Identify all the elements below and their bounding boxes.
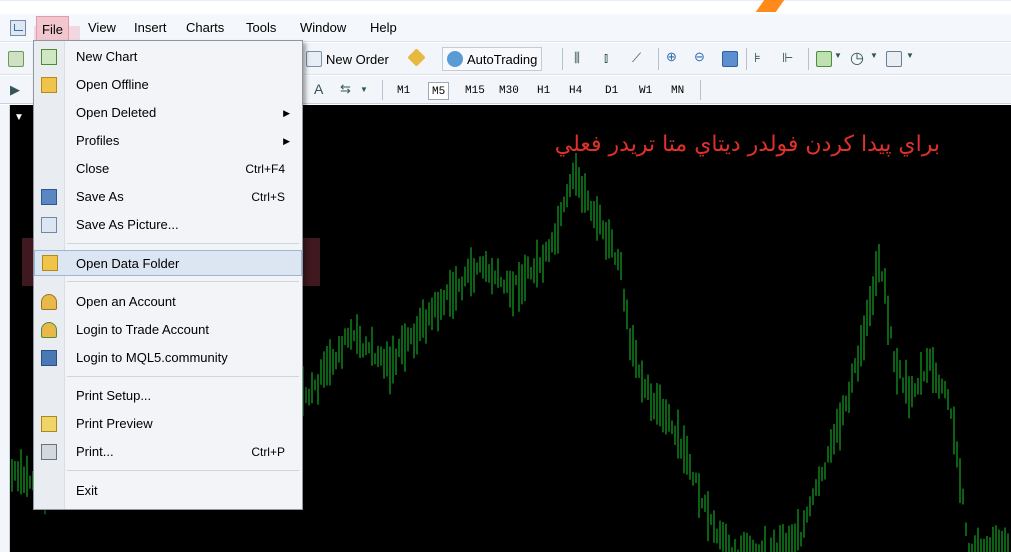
menu-item-print-setup[interactable]: Print Setup... [34,383,302,409]
chart-shift-icon[interactable]: ⊧ [754,50,761,66]
timeframe-m5[interactable]: M5 [428,82,450,100]
timeframe-m15[interactable]: M15 [462,82,488,100]
menu-separator [67,470,299,471]
menu-item-new-chart[interactable]: New Chart [34,44,302,70]
bar-chart-icon[interactable]: ⫼ [574,50,580,66]
menu-item-label: Open Offline [76,77,149,92]
menu-item-save-as[interactable]: Save As Ctrl+S [34,184,302,210]
menu-separator [67,376,299,377]
menu-item-label: New Chart [76,49,138,64]
new-order-label: New Order [326,51,389,67]
chevron-down-icon[interactable]: ▼ [834,51,842,60]
window-top-strip [0,0,1011,12]
menu-window[interactable]: Window [296,19,350,37]
menu-view[interactable]: View [84,19,120,37]
zoom-out-icon[interactable]: ⊖ [694,49,705,65]
timeframe-w1[interactable]: W1 [636,82,655,100]
menu-item-open-account[interactable]: Open an Account [34,289,302,315]
menu-item-login-mql5[interactable]: Login to MQL5.community [34,345,302,371]
login-icon [41,322,57,338]
chart-left-border [0,105,10,552]
timeframe-h1[interactable]: H1 [534,82,553,100]
menu-tools[interactable]: Tools [242,19,280,37]
line-chart-icon[interactable]: ⟋ [632,50,641,66]
new-order-button[interactable]: New Order [306,47,389,71]
menu-item-label: Open Data Folder [76,256,180,271]
menu-item-shortcut: Ctrl+P [251,445,285,459]
menu-separator [67,243,299,244]
new-chart-icon [41,49,57,65]
menu-item-label: Login to MQL5.community [76,350,228,365]
menu-item-label: Profiles [76,133,120,148]
chevron-down-icon[interactable]: ▼ [870,51,878,60]
menu-item-label: Login to Trade Account [76,322,209,337]
menu-item-close[interactable]: Close Ctrl+F4 [34,156,302,182]
menu-help[interactable]: Help [366,19,401,37]
menu-bar: File View Insert Charts Tools Window Hel… [0,14,1011,60]
menu-item-label: Print... [76,444,114,459]
file-menu-dropdown: New Chart Open Offline Open Deleted ▶ Pr… [33,40,303,510]
submenu-arrow-icon: ▶ [283,136,290,146]
new-chart-toolbar-icon[interactable] [8,51,24,67]
menu-item-open-offline[interactable]: Open Offline [34,72,302,98]
save-icon [41,189,57,205]
arrows-tool-icon[interactable]: ⇆ [340,81,351,97]
chart-overlay-text: براي پيدا کردن فولدر ديتاي متا تريدر فعل… [554,132,940,157]
timeframe-m1[interactable]: M1 [394,82,413,100]
menu-item-label: Save As [76,189,124,204]
menu-item-open-data-folder[interactable]: Open Data Folder [34,250,302,276]
print-preview-icon [41,416,57,432]
menu-item-shortcut: Ctrl+S [251,190,285,204]
menu-item-exit[interactable]: Exit [34,478,302,504]
menu-file[interactable]: File [36,16,69,42]
app-chart-icon[interactable] [10,20,26,36]
metaeditor-icon[interactable] [407,48,426,67]
chevron-down-icon[interactable]: ▼ [360,85,368,94]
autotrading-button[interactable]: AutoTrading [442,47,543,71]
menu-insert[interactable]: Insert [130,19,171,37]
menu-item-label: Open an Account [76,294,176,309]
autotrading-icon [447,51,463,67]
menu-item-label: Exit [76,483,98,498]
open-folder-icon [41,77,57,93]
menu-item-print[interactable]: Print... Ctrl+P [34,439,302,465]
candlestick-icon[interactable]: ⫾ [604,50,608,66]
text-tool-icon[interactable]: A [314,81,323,97]
chart-menu-arrow-icon[interactable]: ▼ [14,112,24,123]
printer-icon [41,444,57,460]
indicators-icon[interactable] [816,51,832,67]
periods-clock-icon[interactable]: ◷ [850,48,864,68]
menu-item-shortcut: Ctrl+F4 [245,162,285,176]
menu-item-label: Save As Picture... [76,217,179,232]
autotrading-label: AutoTrading [467,51,538,67]
menu-charts[interactable]: Charts [182,19,228,37]
submenu-arrow-icon: ▶ [283,108,290,118]
menu-item-label: Print Setup... [76,388,152,403]
timeframe-h4[interactable]: H4 [566,82,585,100]
autoscroll-icon[interactable]: ⊩ [782,50,793,66]
new-order-icon [306,51,322,67]
cursor-icon[interactable]: ▶ [10,82,20,98]
menu-item-open-deleted[interactable]: Open Deleted ▶ [34,100,302,126]
save-picture-icon [41,217,57,233]
timeframe-mn[interactable]: MN [668,82,687,100]
templates-icon[interactable] [886,51,902,67]
decorative-stripe [755,0,785,12]
mql5-icon [41,350,57,366]
menu-item-save-as-picture[interactable]: Save As Picture... [34,212,302,238]
open-account-icon [41,294,57,310]
menu-item-label: Open Deleted [76,105,157,120]
menu-separator [67,281,299,282]
menu-item-print-preview[interactable]: Print Preview [34,411,302,437]
data-folder-icon [42,255,58,271]
menu-item-profiles[interactable]: Profiles ▶ [34,128,302,154]
menu-item-label: Close [76,161,110,176]
menu-item-login-trade-account[interactable]: Login to Trade Account [34,317,302,343]
zoom-in-icon[interactable]: ⊕ [666,49,677,65]
menu-item-label: Print Preview [76,416,153,431]
timeframe-d1[interactable]: D1 [602,82,621,100]
tile-windows-icon[interactable] [722,51,738,67]
timeframe-m30[interactable]: M30 [496,82,522,100]
chevron-down-icon[interactable]: ▼ [906,51,914,60]
